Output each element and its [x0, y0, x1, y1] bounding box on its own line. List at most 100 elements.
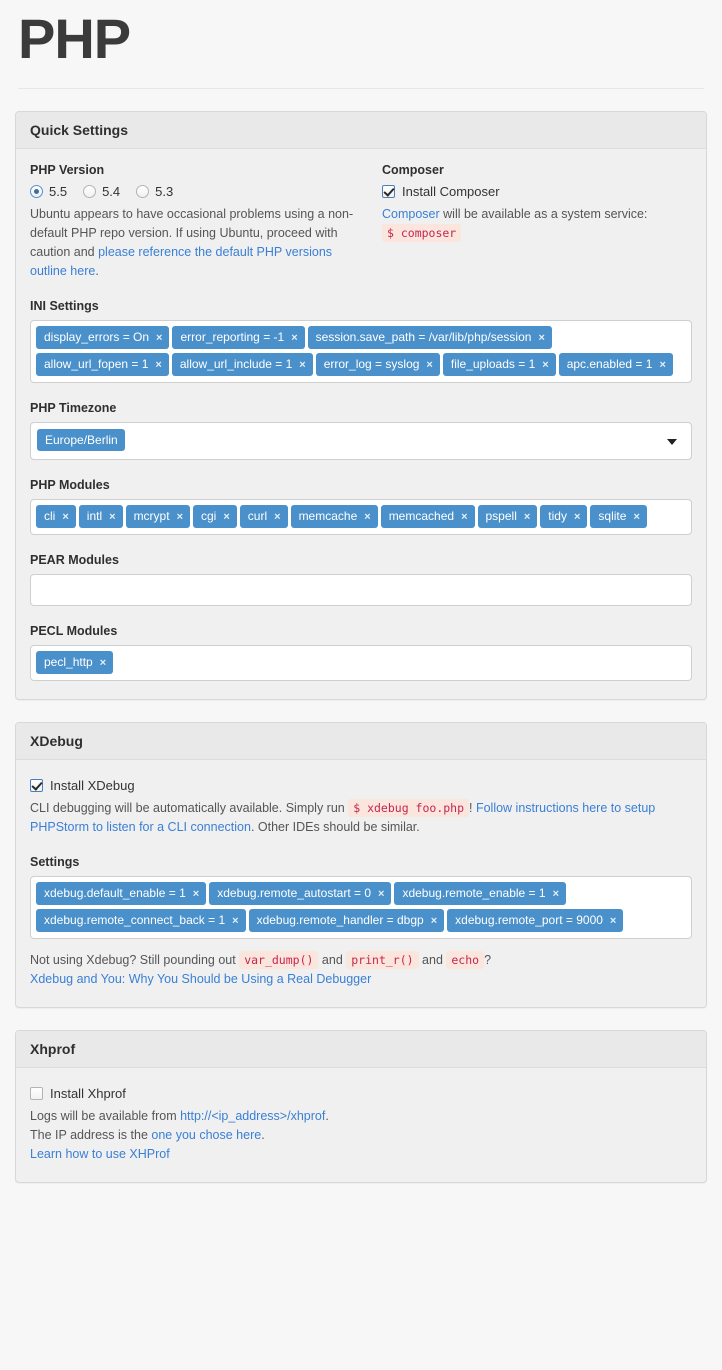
php-version-radio-group: 5.5 5.4 5.3: [30, 184, 372, 199]
print-r-code: print_r(): [346, 951, 419, 969]
tag-item[interactable]: xdebug.remote_connect_back = 1 ×: [36, 909, 246, 932]
remove-tag-icon[interactable]: ×: [232, 915, 238, 927]
remove-tag-icon[interactable]: ×: [193, 888, 199, 900]
remove-tag-icon[interactable]: ×: [574, 511, 580, 523]
php-version-option-53[interactable]: 5.3: [136, 184, 173, 199]
remove-tag-icon[interactable]: ×: [538, 332, 544, 344]
php-version-option-label: 5.5: [49, 184, 68, 199]
panel-quick-settings-body: PHP Version 5.5 5.4 5.3 Ubuntu appears t…: [16, 149, 706, 699]
xhprof-learn-link[interactable]: Learn how to use XHProf: [30, 1147, 170, 1161]
remove-tag-icon[interactable]: ×: [177, 511, 183, 523]
pecl-modules-tagbox[interactable]: pecl_http ×: [30, 645, 692, 681]
remove-tag-icon[interactable]: ×: [62, 511, 68, 523]
checkbox-checked-icon: [382, 185, 395, 198]
remove-tag-icon[interactable]: ×: [431, 915, 437, 927]
remove-tag-icon[interactable]: ×: [299, 359, 305, 371]
checkbox-unchecked-icon: [30, 1087, 43, 1100]
chevron-down-icon: [667, 439, 677, 445]
xdebug-settings-label: Settings: [30, 855, 80, 869]
tag-label: xdebug.remote_handler = dbgp: [256, 913, 424, 927]
php-timezone-select[interactable]: Europe/Berlin: [30, 422, 692, 460]
remove-tag-icon[interactable]: ×: [291, 332, 297, 344]
xdebug-help-part3: . Other IDEs should be similar.: [250, 820, 420, 834]
tag-item[interactable]: xdebug.remote_autostart = 0 ×: [209, 882, 392, 905]
tag-label: cli: [44, 509, 56, 523]
tag-item[interactable]: cli ×: [36, 505, 76, 528]
panel-xhprof-header: Xhprof: [16, 1031, 706, 1068]
composer-column: Composer Install Composer Composer will …: [382, 163, 692, 281]
tag-item[interactable]: pspell ×: [477, 505, 538, 528]
tag-item[interactable]: sqlite ×: [590, 505, 647, 528]
remove-tag-icon[interactable]: ×: [364, 511, 370, 523]
tag-label: apc.enabled = 1: [566, 357, 653, 371]
tag-item[interactable]: mcrypt ×: [125, 505, 190, 528]
tag-item[interactable]: allow_url_fopen = 1 ×: [36, 353, 169, 376]
remove-tag-icon[interactable]: ×: [109, 511, 115, 523]
tag-label: curl: [247, 509, 268, 523]
install-composer-label: Install Composer: [402, 184, 500, 199]
xdebug-footer-text: Not using Xdebug? Still pounding out var…: [30, 951, 692, 989]
remove-tag-icon[interactable]: ×: [274, 511, 280, 523]
xdebug-settings-tagbox[interactable]: xdebug.default_enable = 1 × xdebug.remote_…: [30, 876, 692, 939]
tag-label: error_log = syslog: [323, 357, 420, 371]
panel-quick-settings-header: Quick Settings: [16, 112, 706, 149]
tag-item[interactable]: session.save_path = /var/lib/php/session…: [307, 326, 552, 349]
remove-tag-icon[interactable]: ×: [223, 511, 229, 523]
tag-item[interactable]: xdebug.default_enable = 1 ×: [36, 882, 207, 905]
remove-tag-icon[interactable]: ×: [524, 511, 530, 523]
xhprof-help-text: Logs will be available from http://<ip_a…: [30, 1107, 692, 1164]
tag-item[interactable]: xdebug.remote_port = 9000 ×: [447, 909, 624, 932]
install-composer-checkbox-row[interactable]: Install Composer: [382, 184, 692, 199]
tag-label: allow_url_fopen = 1: [44, 357, 149, 371]
masthead: PHP: [0, 0, 722, 70]
remove-tag-icon[interactable]: ×: [155, 359, 161, 371]
panel-xdebug: XDebug Install XDebug CLI debugging will…: [15, 722, 707, 1008]
xdebug-footer-part4: ?: [484, 953, 492, 967]
xhprof-line1-before: Logs will be available from: [30, 1109, 181, 1123]
remove-tag-icon[interactable]: ×: [100, 657, 106, 669]
install-xdebug-checkbox-row[interactable]: Install XDebug: [30, 778, 692, 793]
xhprof-ip-link[interactable]: one you chose here: [151, 1128, 261, 1142]
pecl-modules-label: PECL Modules: [30, 624, 118, 638]
tag-item[interactable]: error_reporting = -1 ×: [172, 326, 305, 349]
remove-tag-icon[interactable]: ×: [659, 359, 665, 371]
tag-label: file_uploads = 1: [450, 357, 536, 371]
remove-tag-icon[interactable]: ×: [633, 511, 639, 523]
xhprof-url-link[interactable]: http://<ip_address>/xhprof: [180, 1109, 325, 1123]
remove-tag-icon[interactable]: ×: [461, 511, 467, 523]
php-version-option-54[interactable]: 5.4: [83, 184, 120, 199]
panel-xhprof-body: Install Xhprof Logs will be available fr…: [16, 1068, 706, 1182]
tag-item[interactable]: file_uploads = 1 ×: [442, 353, 556, 376]
tag-item[interactable]: intl ×: [78, 505, 123, 528]
tag-item[interactable]: error_log = syslog ×: [315, 353, 440, 376]
remove-tag-icon[interactable]: ×: [426, 359, 432, 371]
radio-unselected-icon: [136, 185, 150, 198]
remove-tag-icon[interactable]: ×: [610, 915, 616, 927]
tag-item[interactable]: apc.enabled = 1 ×: [558, 353, 673, 376]
remove-tag-icon[interactable]: ×: [542, 359, 548, 371]
remove-tag-icon[interactable]: ×: [378, 888, 384, 900]
tag-item[interactable]: memcache ×: [290, 505, 378, 528]
xdebug-and-you-link[interactable]: Xdebug and You: Why You Should be Using …: [30, 972, 371, 986]
tag-item[interactable]: memcached ×: [380, 505, 475, 528]
tag-item[interactable]: pecl_http ×: [36, 651, 114, 674]
php-modules-tagbox[interactable]: cli × intl × mcrypt × cgi × curl × memcache × memcac…: [30, 499, 692, 535]
composer-link[interactable]: Composer: [382, 207, 440, 221]
tag-item[interactable]: xdebug.remote_handler = dbgp ×: [248, 909, 445, 932]
tag-item[interactable]: cgi ×: [193, 505, 237, 528]
php-version-column: PHP Version 5.5 5.4 5.3 Ubuntu appears t…: [30, 163, 382, 281]
ini-settings-tagbox[interactable]: display_errors = On × error_reporting = -1…: [30, 320, 692, 383]
php-version-option-55[interactable]: 5.5: [30, 184, 67, 199]
tag-item[interactable]: curl ×: [239, 505, 288, 528]
remove-tag-icon[interactable]: ×: [156, 332, 162, 344]
pear-modules-tagbox[interactable]: [30, 574, 692, 606]
composer-label: Composer: [382, 163, 444, 177]
tag-item[interactable]: display_errors = On ×: [36, 326, 170, 349]
tag-label: pecl_http: [44, 655, 93, 669]
tag-item[interactable]: xdebug.remote_enable = 1 ×: [394, 882, 566, 905]
tag-item[interactable]: allow_url_include = 1 ×: [171, 353, 313, 376]
panel-xhprof: Xhprof Install Xhprof Logs will be avail…: [15, 1030, 707, 1183]
install-xhprof-checkbox-row[interactable]: Install Xhprof: [30, 1086, 692, 1101]
remove-tag-icon[interactable]: ×: [553, 888, 559, 900]
tag-item[interactable]: tidy ×: [540, 505, 588, 528]
